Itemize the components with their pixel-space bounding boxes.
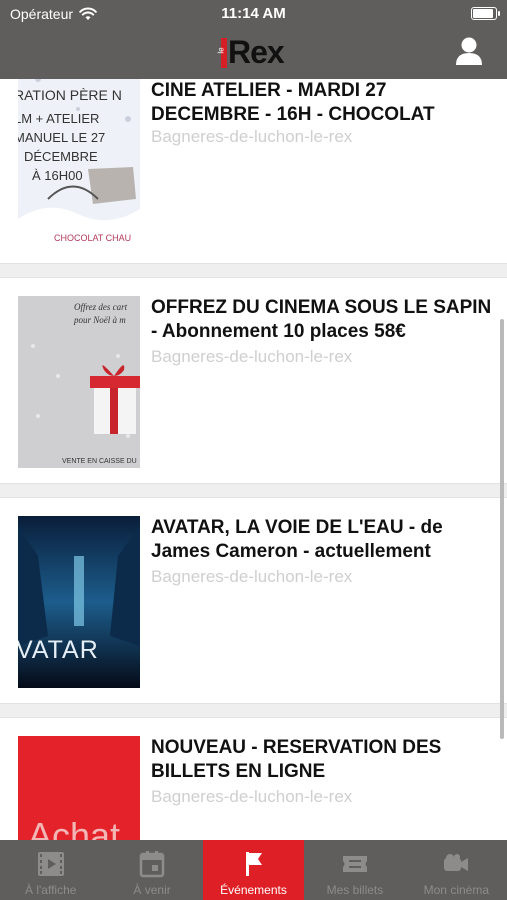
- event-item[interactable]: RATION PÈRE N LM + ATELIER MANUEL LE 27 …: [0, 79, 507, 263]
- event-poster-image: Offrez des cart pour Noël à m VENTE EN C…: [18, 296, 140, 468]
- camera-icon: [444, 854, 469, 871]
- event-item[interactable]: Offrez des cart pour Noël à m VENTE EN C…: [0, 278, 507, 483]
- tab-bar: À l'affiche À venir Événements Mes bille…: [0, 840, 507, 900]
- event-venue: Bagneres-de-luchon-le-rex: [151, 127, 353, 146]
- calendar-icon: [139, 851, 165, 878]
- list-divider: [0, 263, 507, 278]
- poster-text: Offrez des cart: [74, 302, 128, 312]
- logo-text: Rex: [228, 34, 285, 70]
- status-bar: Opérateur 11:14 AM: [0, 0, 507, 28]
- poster-text: DÉCEMBRE: [24, 149, 98, 164]
- status-time: 11:14 AM: [221, 5, 286, 22]
- poster-text: Achat: [28, 815, 120, 840]
- event-poster-image: Achat: [18, 736, 140, 840]
- tab-evenements[interactable]: Événements: [202, 840, 305, 900]
- film-icon: [37, 852, 64, 876]
- event-title: CINE ATELIER - MARDI 27 DECEMBRE - 16H -…: [151, 80, 435, 125]
- tab-label: À l'affiche: [24, 883, 77, 897]
- scrollbar[interactable]: [500, 319, 504, 739]
- event-poster-image: VATAR: [18, 516, 140, 688]
- event-thumbnail: VATAR: [18, 516, 140, 688]
- rex-logo: le Rex: [217, 34, 285, 70]
- tab-label: À venir: [133, 883, 171, 897]
- poster-text: pour Noël à m: [73, 315, 126, 325]
- battery-icon: [471, 7, 500, 20]
- ticket-icon: [342, 856, 367, 872]
- event-venue: Bagneres-de-luchon-le-rex: [151, 787, 353, 806]
- tab-a-venir[interactable]: À venir: [101, 840, 202, 900]
- poster-text: VATAR: [18, 636, 99, 664]
- logo-small-text: le: [216, 47, 226, 54]
- event-title: AVATAR, LA VOIE DE L'EAU - de James Came…: [151, 517, 443, 562]
- list-divider: [0, 483, 507, 498]
- event-thumbnail: Offrez des cart pour Noël à m VENTE EN C…: [18, 296, 140, 468]
- tab-label: Mes billets: [326, 883, 384, 897]
- tab-label: Événements: [220, 883, 287, 897]
- events-list[interactable]: RATION PÈRE N LM + ATELIER MANUEL LE 27 …: [0, 79, 507, 840]
- event-item[interactable]: Achat NOUVEAU - RESERVATION DES BILLETS …: [0, 718, 507, 840]
- tab-label: Mon cinéma: [423, 883, 490, 897]
- poster-text: CHOCOLAT CHAU: [54, 233, 131, 243]
- event-poster-image: RATION PÈRE N LM + ATELIER MANUEL LE 27 …: [18, 79, 140, 247]
- event-title: OFFREZ DU CINEMA SOUS LE SAPIN - Abonnem…: [151, 297, 492, 342]
- event-item[interactable]: VATAR AVATAR, LA VOIE DE L'EAU - de Jame…: [0, 498, 507, 703]
- flag-icon: [245, 852, 262, 876]
- poster-text: MANUEL LE 27: [18, 130, 105, 145]
- event-thumbnail: RATION PÈRE N LM + ATELIER MANUEL LE 27 …: [18, 79, 140, 247]
- poster-text: RATION PÈRE N: [18, 87, 122, 103]
- poster-text: À 16H00: [32, 168, 83, 183]
- logo-red-bar: le: [217, 38, 227, 68]
- poster-text: LM + ATELIER: [18, 111, 99, 126]
- event-venue: Bagneres-de-luchon-le-rex: [151, 347, 353, 366]
- event-venue: Bagneres-de-luchon-le-rex: [151, 567, 353, 586]
- profile-icon[interactable]: [455, 36, 483, 66]
- poster-text: VENTE EN CAISSE DU: [62, 458, 137, 465]
- nav-bar: le Rex: [0, 28, 507, 79]
- tab-mes-billets[interactable]: Mes billets: [304, 840, 405, 900]
- tab-mon-cinema[interactable]: Mon cinéma: [406, 840, 507, 900]
- list-divider: [0, 703, 507, 718]
- tab-a-laffiche[interactable]: À l'affiche: [0, 840, 101, 900]
- top-chrome: Opérateur 11:14 AM le Rex: [0, 0, 507, 79]
- event-title: NOUVEAU - RESERVATION DES BILLETS EN LIG…: [151, 737, 442, 782]
- event-thumbnail: Achat: [18, 736, 140, 840]
